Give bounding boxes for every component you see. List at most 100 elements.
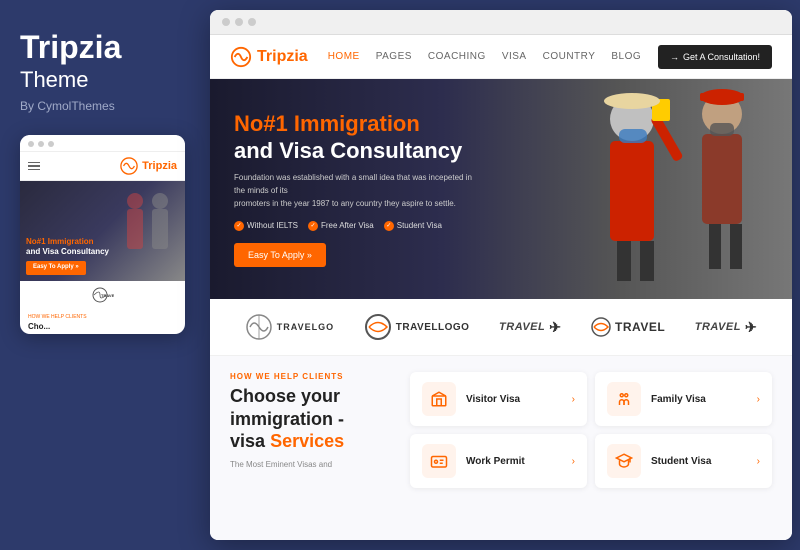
badge-check-student: ✓ [384, 221, 394, 231]
hero-title-white: and Visa Consultancy [234, 138, 462, 163]
nav-link-home[interactable]: HOME [328, 51, 360, 62]
family-visa-icon-box [607, 382, 641, 416]
services-description: The Most Eminent Visas and [230, 459, 390, 472]
mobile-section-label: HOW WE HELP CLIENTS [20, 309, 185, 320]
nav-link-pages[interactable]: PAGES [376, 51, 412, 62]
mobile-hero-line2: and Visa Consultancy [26, 247, 109, 257]
hero-cta-label: Easy To Apply » [248, 250, 312, 260]
graduation-icon [615, 452, 633, 470]
service-card-family[interactable]: Family Visa › [595, 372, 772, 426]
badge-ielts-label: Without IELTS [247, 221, 298, 230]
services-title-line2: immigration - [230, 409, 344, 429]
nav-logo-icon [230, 46, 252, 68]
badge-check-free: ✓ [308, 221, 318, 231]
services-grid: Visitor Visa › Family Visa › [410, 372, 772, 524]
hero-people-svg [512, 79, 792, 299]
badge-free-label: Free After Visa [321, 221, 374, 230]
student-visa-arrow: › [757, 456, 760, 467]
travelgo-label: TRAVELGO [277, 322, 334, 332]
mobile-section-heading: Cho... [20, 320, 185, 334]
nav-logo: Tripzia [230, 46, 308, 68]
travelgo-icon [245, 313, 273, 341]
service-card-student[interactable]: Student Visa › [595, 434, 772, 488]
travel1-plane: ✈ [549, 319, 561, 336]
logo-travel-3: travel ✈ [695, 319, 757, 336]
visitor-visa-icon-box [422, 382, 456, 416]
id-card-icon [430, 452, 448, 470]
services-title: Choose your immigration - visa Services [230, 385, 390, 453]
mobile-logo-svg [120, 157, 138, 175]
travel2-label: Travel [615, 320, 665, 334]
work-permit-arrow: › [572, 456, 575, 467]
chrome-dot-3 [248, 18, 256, 26]
logo-strip: TRAVELGO Travellogo travel ✈ Travel trav… [210, 299, 792, 356]
logo-travel-1: travel ✈ [499, 319, 561, 336]
nav-logo-plain: Trip [257, 48, 286, 65]
work-permit-icon-box [422, 444, 456, 478]
mobile-top-bar [20, 135, 185, 152]
site-nav: Tripzia HOME PAGES COACHING VISA COUNTRY… [210, 35, 792, 79]
hero-title-orange: No#1 Immigration [234, 111, 420, 136]
services-how-label: HOW WE HELP CLIENTS [230, 372, 390, 381]
nav-cta-label: Get A Consultation! [683, 52, 760, 62]
hero-cta-button[interactable]: Easy To Apply » [234, 243, 326, 267]
mobile-logos-strip: TRAVELGO [20, 281, 185, 309]
mobile-logo-text: Tripzia [142, 160, 177, 172]
hero-badge-free: ✓ Free After Visa [308, 221, 374, 231]
mobile-hamburger-icon [28, 162, 40, 171]
hero-content: No#1 Immigration and Visa Consultancy Fo… [234, 111, 474, 266]
mobile-logo-accent: zia [162, 160, 177, 172]
service-card-work[interactable]: Work Permit › [410, 434, 587, 488]
mobile-dot-3 [48, 141, 54, 147]
student-visa-icon-box [607, 444, 641, 478]
chrome-dot-2 [235, 18, 243, 26]
logo-travelgo: TRAVELGO [245, 313, 334, 341]
visitor-visa-arrow: › [572, 394, 575, 405]
services-title-line1: Choose your [230, 386, 340, 406]
services-left: HOW WE HELP CLIENTS Choose your immigrat… [230, 372, 390, 524]
brand-by: By CymolThemes [20, 99, 115, 113]
brand-title: Tripzia [20, 30, 121, 65]
mobile-nav-bar: Tripzia [20, 152, 185, 181]
family-visa-arrow: › [757, 394, 760, 405]
nav-logo-accent: zia [286, 48, 307, 65]
mobile-hero-line1: No#1 Immigration [26, 237, 109, 247]
mobile-hero: No#1 Immigration and Visa Consultancy Ea… [20, 181, 185, 281]
services-title-accent: Services [270, 431, 344, 451]
travellogo-label: Travellogo [396, 322, 470, 333]
badge-check-ielts: ✓ [234, 221, 244, 231]
hero-badge-student: ✓ Student Visa [384, 221, 442, 231]
mobile-hero-text: No#1 Immigration and Visa Consultancy Ea… [26, 237, 109, 276]
nav-link-coaching[interactable]: COACHING [428, 51, 486, 62]
mobile-logo: Tripzia [120, 157, 177, 175]
travel1-label: travel [499, 321, 545, 333]
travel3-plane: ✈ [745, 319, 757, 336]
student-visa-info: Student Visa [651, 456, 747, 467]
mobile-logo-badge: TRAVELGO [92, 287, 114, 303]
services-section: HOW WE HELP CLIENTS Choose your immigrat… [210, 356, 792, 540]
nav-links: HOME PAGES COACHING VISA COUNTRY BLOG [328, 51, 658, 62]
travellogo-icon [364, 313, 392, 341]
mobile-logo-plain: Trip [142, 160, 162, 172]
nav-cta-button[interactable]: → Get A Consultation! [658, 45, 772, 69]
nav-link-blog[interactable]: BLOG [611, 51, 641, 62]
travel3-label: travel [695, 321, 741, 333]
hero-title: No#1 Immigration and Visa Consultancy [234, 111, 474, 164]
logo-travel-2: Travel [591, 317, 665, 337]
building-icon [430, 390, 448, 408]
nav-link-country[interactable]: COUNTRY [543, 51, 596, 62]
nav-logo-text: Tripzia [257, 48, 308, 66]
service-card-visitor[interactable]: Visitor Visa › [410, 372, 587, 426]
nav-link-visa[interactable]: VISA [502, 51, 527, 62]
mobile-preview: Tripzia No#1 Immigration and Visa Consul… [20, 135, 185, 334]
browser-window: Tripzia HOME PAGES COACHING VISA COUNTRY… [210, 10, 792, 540]
left-panel: Tripzia Theme By CymolThemes Tripzia [0, 0, 210, 550]
brand-subtitle: Theme [20, 67, 88, 93]
work-permit-info: Work Permit [466, 456, 562, 467]
badge-student-label: Student Visa [397, 221, 442, 230]
visitor-visa-name: Visitor Visa [466, 394, 562, 405]
family-icon [615, 390, 633, 408]
work-permit-name: Work Permit [466, 456, 562, 467]
logo-travellogo: Travellogo [364, 313, 470, 341]
mobile-cta: Easy To Apply » [26, 261, 86, 275]
